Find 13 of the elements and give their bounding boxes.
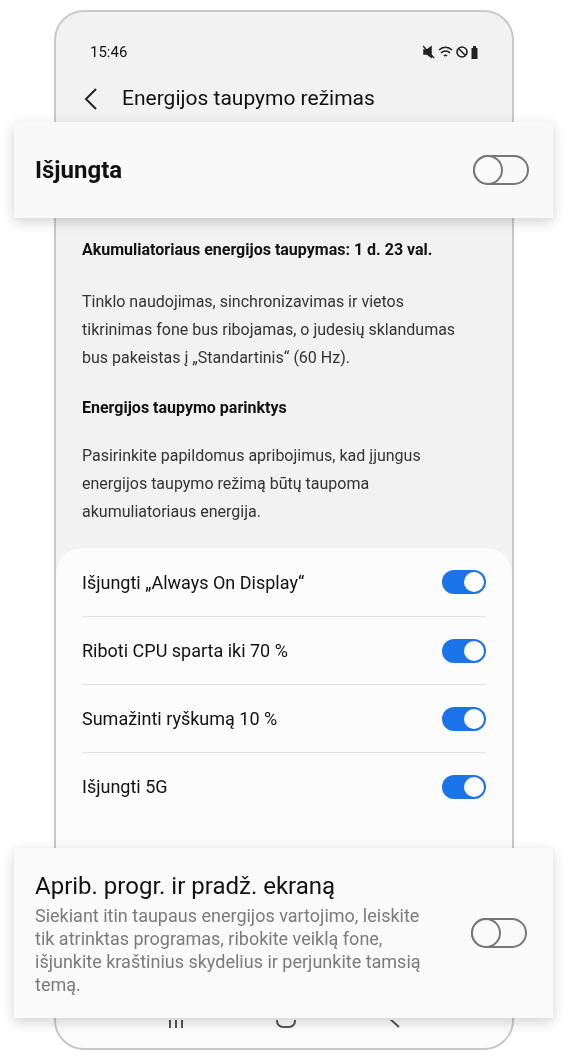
section-title: Energijos taupymo parinktys <box>82 397 288 419</box>
option-label: Riboti CPU sparta iki 70 % <box>82 639 288 663</box>
info-text: Tinklo naudojimas, sinchronizavimas ir vietos tikrinimas fone bus ribojamas, o judesių sklandumas bus pakeistas į „Standartinis“ (60 Hz). <box>82 291 457 369</box>
battery-estimate: Akumuliatoriaus energijos taupymas: 1 d. 23 val. <box>82 239 434 261</box>
limit-apps-title: Aprib. progr. ir pradž. ekraną <box>35 871 337 902</box>
master-switch-label: Išjungta <box>35 155 123 186</box>
section-description: Pasirinkite papildomus apribojimus, kad įjungus energijos taupymo režimą būtų taupoma akumuliatoriaus energija. <box>82 445 422 523</box>
limit-apps-description: Siekiant itin taupaus energijos vartojimo, leiskite tik atrinktas programas, ribokite veiklą fone, išjunkite kraštinius skydelius ir perjunkite tamsią temą. <box>35 904 422 996</box>
page-title: Energijos taupymo režimas <box>122 85 375 113</box>
option-label: Sumažinti ryškumą 10 % <box>82 707 278 731</box>
option-label: Išjungti „Always On Display“ <box>82 570 305 595</box>
option-label: Išjungti 5G <box>82 775 168 799</box>
status-time: 15:46 <box>90 41 128 63</box>
